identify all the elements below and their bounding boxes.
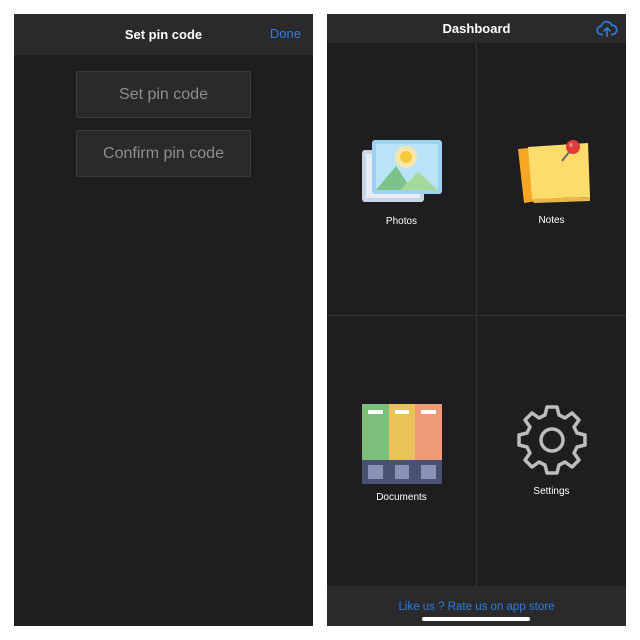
- dashboard-screen: Dashboard Photos Notes Documents Setting…: [327, 14, 626, 626]
- confirm-pin-input[interactable]: [76, 130, 251, 177]
- pin-code-screen: Set pin code Done: [14, 14, 313, 626]
- set-pin-input[interactable]: [76, 71, 251, 118]
- dashboard-grid: Photos Notes Documents Settings: [327, 43, 626, 586]
- dashboard-title: Dashboard: [442, 21, 511, 36]
- pin-navbar: Set pin code Done: [14, 14, 313, 55]
- documents-tile[interactable]: Documents: [327, 316, 476, 586]
- folders-icon: [361, 404, 442, 484]
- notes-label: Notes: [538, 215, 565, 226]
- photos-label: Photos: [385, 216, 418, 227]
- settings-label: Settings: [533, 486, 570, 497]
- sticky-note-icon: [517, 140, 590, 203]
- settings-tile[interactable]: Settings: [477, 316, 626, 586]
- done-button[interactable]: Done: [270, 26, 301, 41]
- dashboard-navbar: Dashboard: [327, 14, 626, 43]
- photos-icon: [361, 140, 442, 202]
- pin-screen-title: Set pin code: [124, 27, 203, 42]
- gear-icon: [516, 405, 587, 475]
- notes-tile[interactable]: Notes: [477, 43, 626, 315]
- photos-tile[interactable]: Photos: [327, 43, 476, 315]
- cloud-upload-icon[interactable]: [596, 18, 618, 40]
- documents-label: Documents: [376, 492, 427, 503]
- rate-app-link[interactable]: Like us ? Rate us on app store: [399, 601, 555, 626]
- home-indicator[interactable]: [422, 617, 530, 621]
